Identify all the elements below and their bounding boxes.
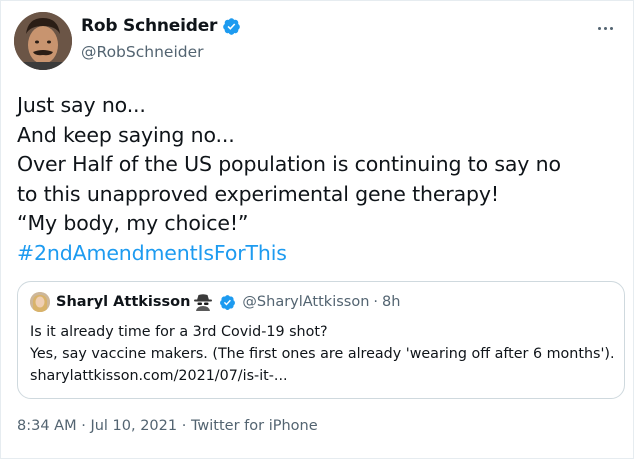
verified-badge-icon (222, 17, 241, 36)
tweet-text-line: Just say no... (17, 93, 146, 117)
more-dot (609, 26, 613, 30)
spy-icon (193, 293, 213, 311)
author-handle[interactable]: @RobSchneider (81, 43, 204, 61)
quoted-author-handle: @SharylAttkisson (242, 294, 370, 310)
meta-separator: · (76, 418, 91, 434)
quoted-text-line: Yes, say vaccine makers. (The first ones… (30, 346, 615, 362)
quoted-separator: · (373, 294, 379, 310)
tweet-text-line: And keep saying no... (17, 122, 235, 147)
author-display-name[interactable]: Rob Schneider (81, 16, 217, 36)
tweet-text-line: Over Half of the US population is contin… (17, 152, 561, 176)
tweet-card: Rob Schneider @RobSchneider Just say no.… (0, 0, 634, 459)
meta-separator: · (177, 418, 191, 434)
author-avatar[interactable] (14, 12, 72, 70)
quoted-text-line: sharylattkisson.com/2021/07/is-it-... (30, 368, 288, 384)
quoted-timestamp: 8h (382, 294, 401, 310)
tweet-text-line: “My body, my choice!” (17, 211, 249, 235)
tweet-date[interactable]: Jul 10, 2021 (90, 418, 177, 434)
more-options-button[interactable] (591, 19, 619, 37)
tweet-text: Just say no... And keep saying no... Ove… (17, 91, 617, 268)
tweet-time[interactable]: 8:34 AM (17, 418, 77, 434)
more-dot (597, 26, 601, 30)
quoted-tweet[interactable]: Sharyl Attkisson @SharylAttkisson · 8h I… (17, 281, 625, 399)
author-name-row: Rob Schneider (81, 16, 241, 36)
quoted-verified-badge-icon (219, 294, 236, 311)
hashtag-link[interactable]: #2ndAmendmentIsForThis (17, 239, 617, 269)
quoted-author-name: Sharyl Attkisson (56, 294, 191, 310)
tweet-metadata: 8:34 AM · Jul 10, 2021 · Twitter for iPh… (17, 418, 318, 434)
quoted-tweet-header: Sharyl Attkisson @SharylAttkisson · 8h (30, 292, 400, 312)
tweet-source[interactable]: Twitter for iPhone (191, 418, 318, 434)
more-dot (603, 26, 607, 30)
tweet-text-line: to this unapproved experimental gene the… (17, 181, 499, 206)
quoted-tweet-text: Is it already time for a 3rd Covid-19 sh… (30, 321, 616, 387)
quoted-text-line: Is it already time for a 3rd Covid-19 sh… (30, 324, 328, 340)
quoted-author-avatar (30, 292, 50, 312)
